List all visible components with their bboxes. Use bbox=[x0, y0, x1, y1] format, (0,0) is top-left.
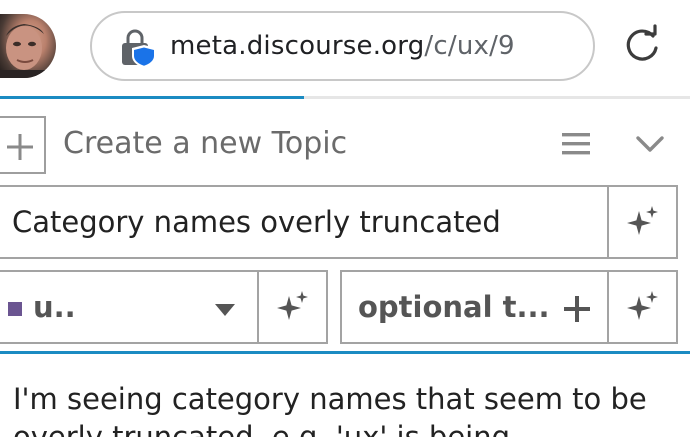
tags-input[interactable]: optional t... bbox=[340, 270, 609, 344]
chevron-down-icon[interactable] bbox=[632, 128, 668, 160]
caret-down-icon bbox=[215, 303, 235, 316]
browser-toolbar: meta.discourse.org/c/ux/9 bbox=[0, 0, 690, 96]
ai-suggest-category-button[interactable] bbox=[257, 270, 328, 344]
url-path: /c/ux/9 bbox=[424, 31, 515, 61]
mobile-screen: meta.discourse.org/c/ux/9 Create a new T… bbox=[0, 0, 690, 437]
avatar-face-image bbox=[0, 24, 56, 78]
avatar[interactable] bbox=[0, 14, 56, 78]
category-color-swatch bbox=[8, 302, 22, 316]
address-bar[interactable]: meta.discourse.org/c/ux/9 bbox=[90, 11, 595, 81]
topic-title-input[interactable]: Category names overly truncated bbox=[0, 185, 609, 259]
page-load-progress-fill bbox=[0, 96, 304, 99]
ai-suggest-tags-button[interactable] bbox=[607, 270, 678, 344]
sparkles-icon bbox=[626, 206, 658, 235]
category-name: u.. bbox=[33, 290, 76, 324]
composer-header: Create a new Topic bbox=[0, 110, 690, 174]
ai-suggest-title-button[interactable] bbox=[607, 185, 678, 259]
sparkles-icon bbox=[276, 291, 308, 320]
lock-shield-icon[interactable] bbox=[120, 29, 158, 69]
hamburger-icon[interactable] bbox=[560, 128, 592, 160]
reload-icon[interactable] bbox=[620, 24, 664, 68]
url-domain: meta.discourse.org bbox=[170, 31, 425, 61]
composer-title: Create a new Topic bbox=[63, 126, 348, 161]
post-body-editor[interactable]: I'm seeing category names that seem to b… bbox=[0, 351, 690, 437]
sparkles-icon bbox=[626, 291, 658, 320]
page-load-progress bbox=[0, 96, 690, 99]
plus-icon[interactable] bbox=[0, 116, 46, 174]
url-text: meta.discourse.org/c/ux/9 bbox=[170, 31, 515, 61]
topic-title-value: Category names overly truncated bbox=[12, 205, 501, 239]
post-body-text: I'm seeing category names that seem to b… bbox=[13, 382, 647, 437]
plus-icon[interactable] bbox=[562, 294, 592, 324]
tags-placeholder: optional t... bbox=[358, 290, 550, 324]
category-dropdown[interactable]: u.. bbox=[0, 270, 259, 344]
